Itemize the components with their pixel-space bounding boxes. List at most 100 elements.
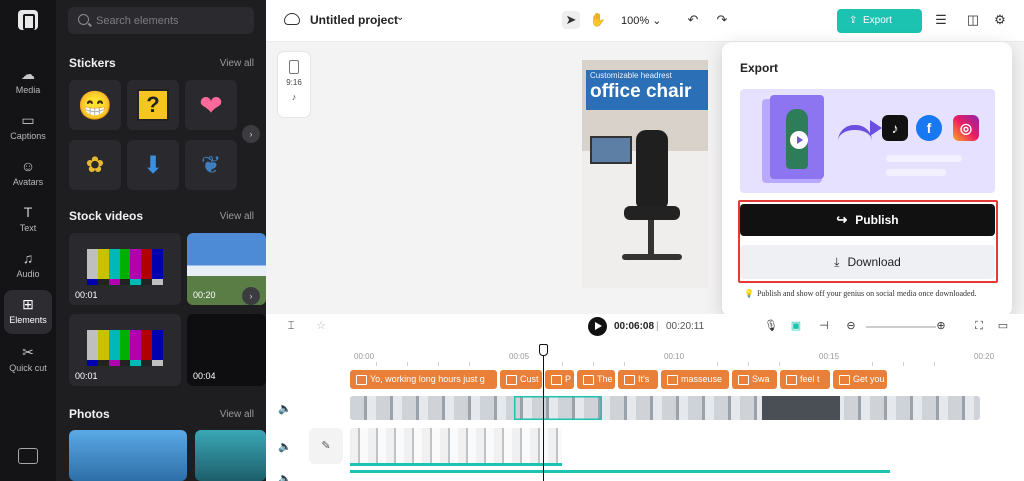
play-icon [790, 131, 808, 149]
caption-clip[interactable]: masseuse [661, 370, 729, 389]
ai-icon[interactable]: ▣ [789, 319, 803, 333]
video-clip-dark[interactable] [762, 396, 840, 420]
playhead[interactable] [543, 344, 544, 481]
stickers-next-icon[interactable]: › [242, 125, 260, 143]
sticker-heart[interactable]: ❤ [185, 80, 237, 130]
export-button[interactable]: Export [837, 9, 922, 33]
sticker-question-block[interactable]: ? [127, 80, 179, 130]
sidebar-item-audio[interactable]: ♫ Audio [4, 244, 52, 288]
split-icon[interactable]: ⌶ [284, 319, 298, 333]
aspect-ratio-button[interactable]: 9:16 ♪ [278, 52, 310, 117]
caption-clip[interactable]: feel t [780, 370, 830, 389]
ruler-tick [748, 362, 749, 366]
ruler-label: 00:10 [664, 352, 685, 361]
sidebar-item-quick-cut[interactable]: ✂ Quick cut [4, 338, 52, 388]
export-banner: ♪ f ◎ [740, 89, 995, 193]
ruler-tick [593, 362, 594, 366]
keyboard-icon[interactable] [18, 448, 38, 464]
stickers-view-all[interactable]: View all [220, 58, 254, 69]
zoom-value: 100% [621, 15, 650, 27]
photo-1[interactable] [69, 430, 187, 481]
publish-button[interactable]: ↪ Publish [740, 204, 995, 236]
photo-2[interactable] [195, 430, 266, 481]
caption-clip[interactable]: Cust [500, 370, 542, 389]
zoom-slider[interactable] [866, 326, 936, 328]
caption-clip[interactable]: It's [618, 370, 658, 389]
chevron-down-icon[interactable]: ⌄ [396, 12, 404, 23]
ruler-label: 00:05 [509, 352, 530, 361]
sticker-arrow-down[interactable]: ⬇ [127, 140, 179, 190]
sticker-emoji[interactable]: 😁 [69, 80, 121, 130]
search-input[interactable] [96, 7, 246, 34]
captions-icon: ▭ [21, 112, 35, 128]
download-icon: ⤓ [834, 255, 840, 269]
redo-icon[interactable]: ↷ [713, 11, 731, 29]
caption-clip[interactable]: Yo, working long hours just g [350, 370, 497, 389]
sidebar-item-label: Avatars [12, 177, 44, 187]
export-tip: 💡 Publish and show off your genius on soc… [744, 289, 977, 298]
stock-video-3[interactable]: 00:01 [69, 314, 181, 386]
sidebar-item-media[interactable]: ☁ Media [4, 60, 52, 104]
search-box[interactable] [68, 7, 254, 34]
ruler-tick [438, 362, 439, 366]
volume-icon[interactable]: 🔈 [278, 472, 292, 481]
stock-video-4[interactable]: 00:04 [187, 314, 266, 386]
zoom-level[interactable]: 100% ⌄ [621, 14, 661, 27]
edit-pen-icon[interactable]: ✎ [309, 428, 343, 464]
fit-icon[interactable]: ⛶ [972, 319, 986, 333]
sticker-leaf[interactable]: ❦ [185, 140, 237, 190]
star-icon[interactable]: ☆ [314, 319, 328, 333]
download-label: Download [847, 255, 901, 269]
sidebar-item-captions[interactable]: ▭ Captions [4, 106, 52, 150]
export-popup-title: Export [740, 61, 779, 75]
play-button[interactable] [588, 317, 607, 336]
caption-clip[interactable]: Swa [732, 370, 777, 389]
stock-videos-view-all[interactable]: View all [220, 211, 254, 222]
caption-clip[interactable]: Get you [833, 370, 887, 389]
cloud-icon[interactable] [284, 13, 300, 25]
photos-view-all[interactable]: View all [220, 409, 254, 420]
sidebar-item-avatars[interactable]: ☺ Avatars [4, 152, 52, 196]
caption-clip[interactable]: P [545, 370, 574, 389]
sidebar-item-label: Elements [9, 315, 47, 325]
sidebar-item-text[interactable]: T Text [4, 198, 52, 242]
zoom-out-icon[interactable]: ⊖ [844, 319, 858, 333]
undo-icon[interactable]: ↶ [684, 11, 702, 29]
playhead-handle[interactable] [539, 344, 548, 356]
video-duration: 00:04 [193, 371, 216, 381]
volume-icon[interactable]: 🔈 [278, 440, 292, 453]
lightbulb-icon: 💡 [744, 289, 754, 298]
selected-clip[interactable] [514, 396, 602, 420]
ruler-tick [934, 362, 935, 366]
volume-icon[interactable]: 🔈 [278, 402, 292, 415]
gear-icon[interactable]: ⚙ [991, 11, 1009, 29]
screen-icon[interactable]: ▭ [996, 319, 1010, 333]
search-icon [78, 14, 89, 25]
audio-track[interactable] [350, 470, 890, 473]
left-rail: ☁ Media ▭ Captions ☺ Avatars T Text ♫ Au… [0, 0, 56, 481]
rainbow-heart-icon: ❤ [199, 89, 223, 121]
stock-video-1[interactable]: 00:01 [69, 233, 181, 305]
project-title[interactable]: Untitled project [310, 13, 398, 27]
pointer-icon[interactable]: ➤ [562, 11, 580, 29]
ruler-label: 00:15 [819, 352, 840, 361]
caption-clip[interactable]: The [577, 370, 615, 389]
video-preview[interactable]: Customizable headrest office chair [582, 60, 708, 288]
stock-videos-next-icon[interactable]: › [242, 287, 260, 305]
preview-chair-base [622, 254, 682, 260]
download-button[interactable]: ⤓ Download [740, 245, 995, 279]
hand-icon[interactable]: ✋ [589, 11, 607, 29]
split-panel-icon[interactable]: ◫ [964, 11, 982, 29]
sticker-butterfly[interactable]: ✿ [69, 140, 121, 190]
app-logo-icon[interactable] [18, 10, 38, 30]
total-time: 00:20:11 [666, 321, 705, 332]
aspect-ratio-label: 9:16 [286, 78, 302, 87]
layers-icon[interactable]: ☰ [932, 11, 950, 29]
zoom-in-icon[interactable]: ⊕ [934, 319, 948, 333]
trim-icon[interactable]: ⊣ [817, 319, 831, 333]
sidebar-item-elements[interactable]: ⊞ Elements [4, 290, 52, 334]
microphone-icon[interactable]: 🎙 [764, 319, 778, 333]
ruler-label: 00:20 [974, 352, 995, 361]
media-track[interactable] [350, 428, 562, 466]
video-track[interactable] [350, 396, 980, 420]
